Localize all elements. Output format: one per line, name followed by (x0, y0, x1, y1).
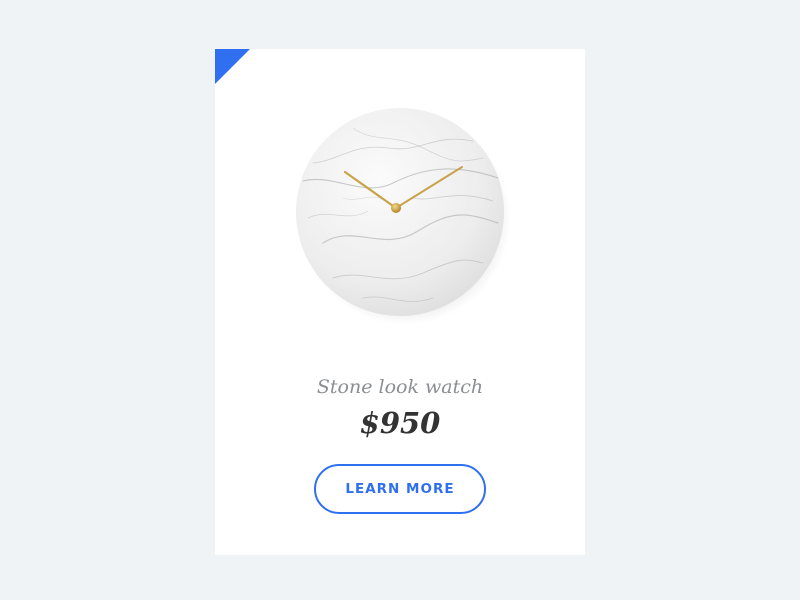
product-card: Stone look watch $950 LEARN MORE (215, 49, 585, 555)
learn-more-button[interactable]: LEARN MORE (314, 464, 486, 514)
product-image-clock (293, 103, 511, 329)
product-price: $950 (359, 406, 441, 440)
product-name: Stone look watch (316, 376, 484, 398)
corner-ribbon (215, 49, 250, 84)
